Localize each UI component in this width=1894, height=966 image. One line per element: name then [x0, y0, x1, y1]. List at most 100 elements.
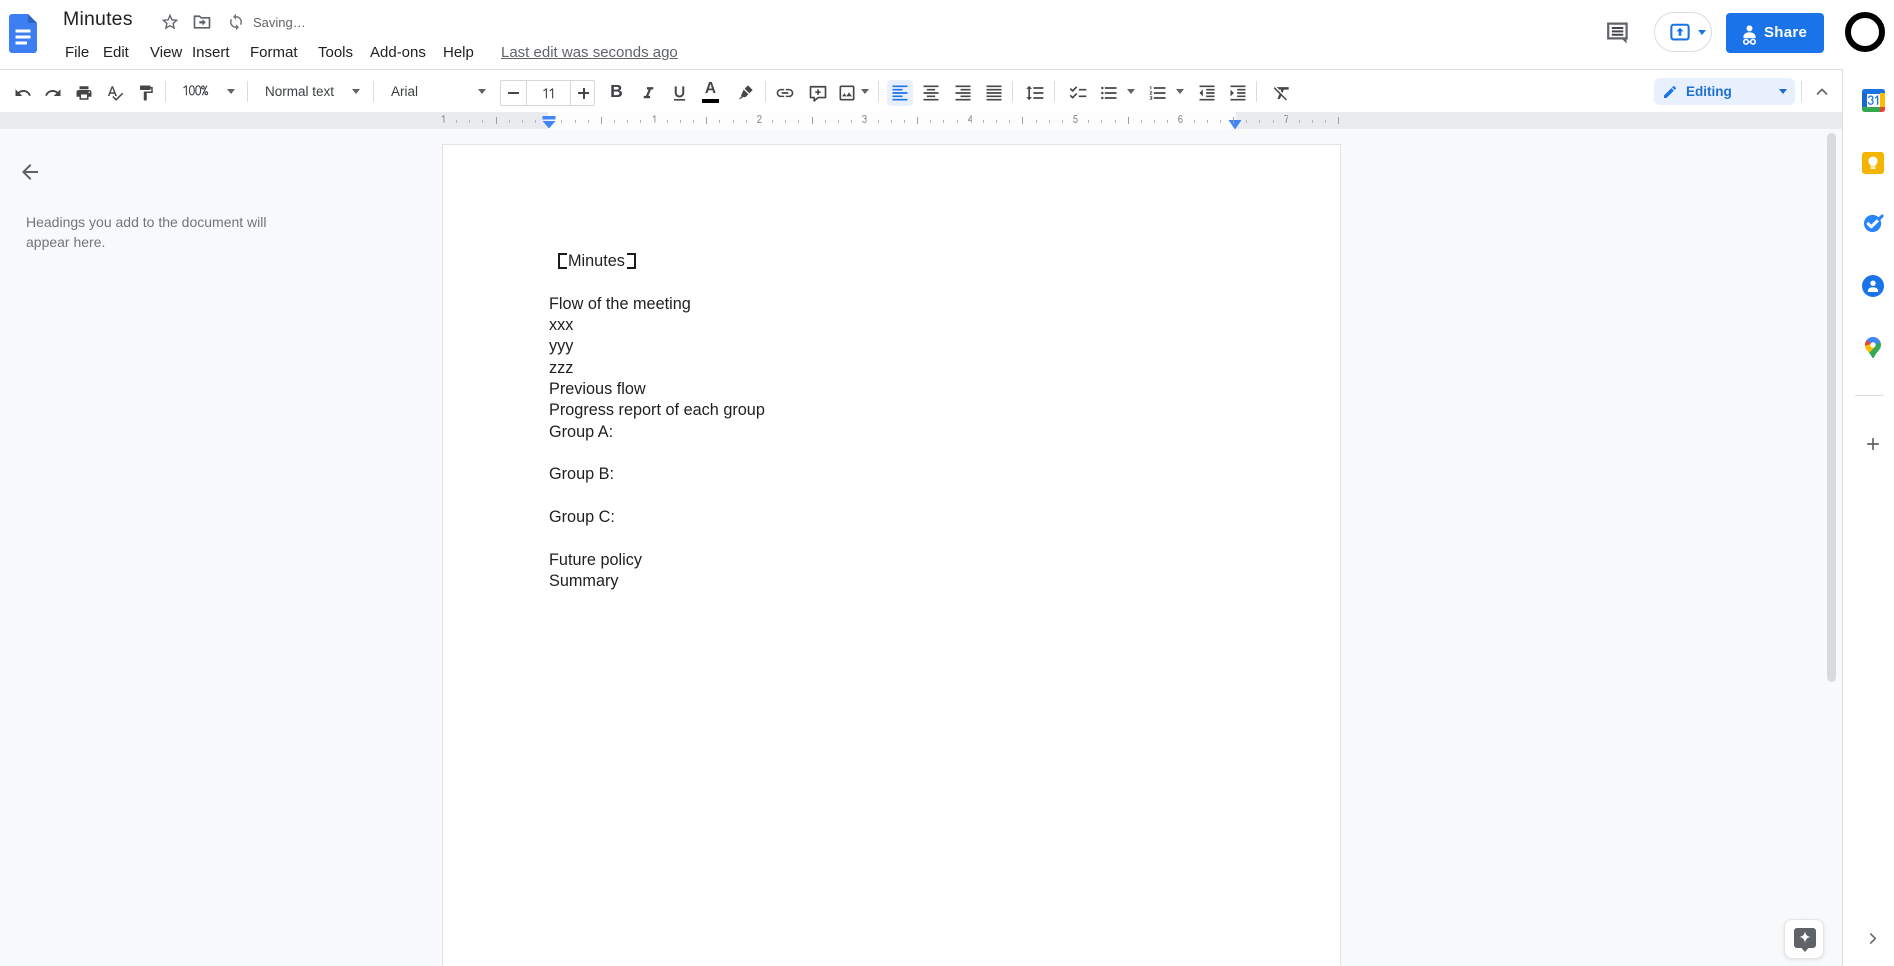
- hide-side-panel-icon[interactable]: [1864, 930, 1881, 947]
- present-caret-icon: [1698, 30, 1706, 35]
- menu-view[interactable]: View: [150, 42, 182, 66]
- ruler-tick: [1219, 119, 1221, 123]
- google-contacts-icon[interactable]: [1862, 275, 1884, 297]
- document-line[interactable]: Group A:: [549, 422, 765, 443]
- font-caret-icon[interactable]: [478, 89, 486, 94]
- numbered-list-icon[interactable]: [1148, 83, 1168, 103]
- document-line[interactable]: xxx: [549, 315, 765, 336]
- font-size-input[interactable]: [526, 81, 570, 105]
- spellcheck-icon[interactable]: [106, 84, 124, 102]
- image-caret-icon[interactable]: [861, 89, 869, 94]
- share-button[interactable]: Share: [1726, 13, 1824, 53]
- document-line[interactable]: Summary: [549, 571, 765, 592]
- document-line[interactable]: Progress report of each group: [549, 400, 765, 421]
- align-justify-icon[interactable]: [984, 83, 1004, 103]
- document-line[interactable]: [549, 486, 765, 507]
- ruler-tick: [1101, 119, 1103, 123]
- account-avatar[interactable]: [1845, 12, 1885, 52]
- document-line[interactable]: Minutes: [549, 251, 765, 272]
- zoom-select[interactable]: [182, 85, 209, 96]
- google-maps-icon[interactable]: [1865, 337, 1881, 358]
- bold-icon[interactable]: B: [609, 82, 624, 100]
- insert-image-icon[interactable]: [837, 83, 857, 103]
- document-line[interactable]: Future policy: [549, 550, 765, 571]
- ruler-tick: [1022, 117, 1024, 124]
- menu-file[interactable]: File: [65, 42, 89, 66]
- document-line[interactable]: yyy: [549, 336, 765, 357]
- italic-icon[interactable]: [639, 84, 658, 103]
- undo-icon[interactable]: [14, 84, 32, 102]
- collapse-toolbar-icon[interactable]: [1813, 83, 1831, 101]
- bulleted-list-icon[interactable]: [1099, 83, 1119, 103]
- menu-help[interactable]: Help: [443, 42, 474, 66]
- vertical-scrollbar[interactable]: [1827, 133, 1836, 682]
- document-line[interactable]: [549, 272, 765, 293]
- left-lenticular-bracket: [557, 252, 567, 269]
- google-calendar-icon[interactable]: [1862, 89, 1885, 112]
- last-edit-link[interactable]: Last edit was seconds ago: [501, 42, 678, 64]
- document-line[interactable]: Group C:: [549, 507, 765, 528]
- document-line[interactable]: [549, 528, 765, 549]
- insert-link-icon[interactable]: [775, 83, 795, 103]
- text-color-button[interactable]: A: [702, 80, 719, 103]
- explore-button[interactable]: [1784, 919, 1824, 959]
- document-line[interactable]: Flow of the meeting: [549, 294, 765, 315]
- explore-icon: [1794, 928, 1816, 952]
- menu-addons[interactable]: Add-ons: [370, 42, 426, 66]
- ruler-tick: [811, 117, 813, 124]
- redo-icon[interactable]: [44, 84, 62, 102]
- toolbar-divider: [1256, 81, 1257, 102]
- ruler-tick: [877, 119, 879, 123]
- get-addons-icon[interactable]: [1863, 434, 1883, 454]
- ruler-tick: [917, 117, 918, 124]
- document-line[interactable]: Previous flow: [549, 379, 765, 400]
- ruler-number: [1178, 114, 1183, 123]
- right-indent-marker[interactable]: [1228, 119, 1242, 130]
- paragraph-style-select[interactable]: Normal text: [265, 70, 334, 113]
- menu-insert[interactable]: Insert: [192, 42, 230, 66]
- toolbar-divider: [765, 81, 766, 102]
- decrease-indent-icon[interactable]: [1197, 83, 1217, 103]
- document-line[interactable]: zzz: [549, 358, 765, 379]
- ruler[interactable]: [0, 112, 1842, 129]
- google-keep-icon[interactable]: [1862, 152, 1884, 174]
- underline-icon[interactable]: [670, 84, 689, 103]
- document-line[interactable]: Group B:: [549, 464, 765, 485]
- google-tasks-icon[interactable]: [1862, 213, 1885, 234]
- align-right-icon[interactable]: [953, 83, 973, 103]
- google-docs-app: Minutes Saving… Last edit was seconds ag…: [0, 0, 1894, 966]
- checklist-icon[interactable]: [1068, 83, 1088, 103]
- ruler-tick: [600, 117, 602, 124]
- left-indent-marker[interactable]: [542, 116, 556, 129]
- present-button[interactable]: [1654, 12, 1712, 52]
- mode-editing-button[interactable]: Editing: [1654, 78, 1795, 105]
- document-title[interactable]: Minutes: [63, 8, 133, 31]
- bulleted-list-caret-icon[interactable]: [1127, 89, 1135, 94]
- font-size-increase-button[interactable]: [571, 81, 596, 105]
- paint-format-icon[interactable]: [137, 84, 155, 102]
- highlight-icon[interactable]: [737, 84, 754, 101]
- document-line[interactable]: [549, 443, 765, 464]
- document-page[interactable]: Minutes Flow of the meeting xxx yyy zzz Prev…: [442, 144, 1341, 966]
- menu-format[interactable]: Format: [250, 42, 298, 66]
- line-spacing-icon[interactable]: [1025, 83, 1045, 103]
- clear-formatting-icon[interactable]: [1272, 83, 1292, 103]
- star-icon[interactable]: [160, 12, 180, 32]
- ruler-tick: [930, 119, 932, 123]
- align-center-icon[interactable]: [921, 83, 941, 103]
- align-left-icon[interactable]: [890, 83, 910, 103]
- add-comment-icon[interactable]: [808, 83, 828, 103]
- menu-tools[interactable]: Tools: [318, 42, 353, 66]
- comments-icon[interactable]: [1606, 22, 1629, 44]
- increase-indent-icon[interactable]: [1228, 83, 1248, 103]
- print-icon[interactable]: [75, 84, 93, 102]
- menu-edit[interactable]: Edit: [103, 42, 129, 66]
- font-size-decrease-button[interactable]: [501, 81, 526, 105]
- font-select[interactable]: Arial: [391, 70, 418, 113]
- move-folder-icon[interactable]: [192, 12, 212, 32]
- close-outline-icon[interactable]: [18, 160, 42, 184]
- ruler-tick: [508, 119, 510, 123]
- paragraph-style-caret-icon[interactable]: [352, 89, 360, 94]
- zoom-caret-icon[interactable]: [227, 89, 235, 94]
- numbered-list-caret-icon[interactable]: [1176, 89, 1184, 94]
